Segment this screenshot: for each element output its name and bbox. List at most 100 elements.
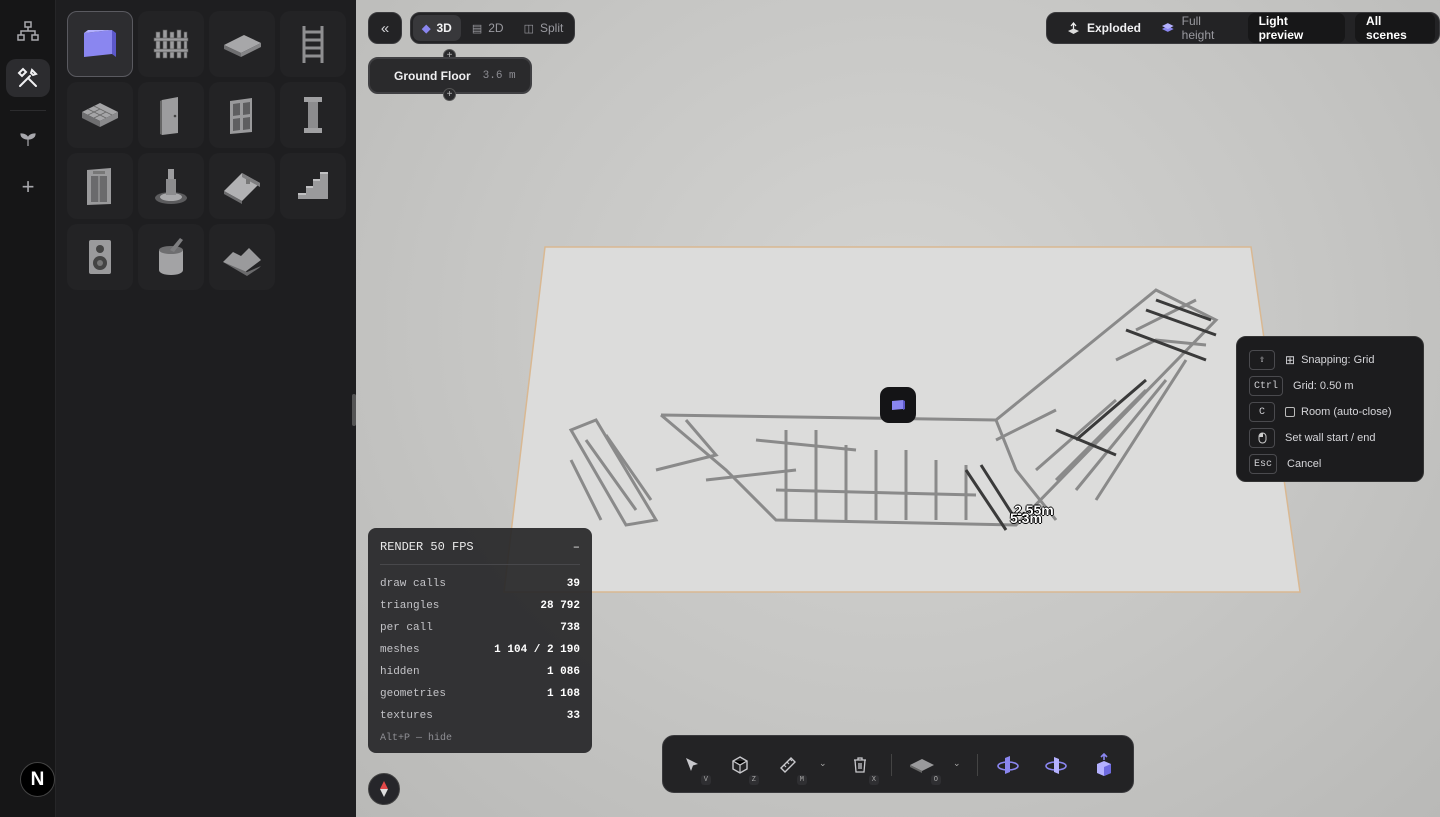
catalog-item-column[interactable] xyxy=(280,82,346,148)
dimension-label-b: 5.3m xyxy=(1010,510,1042,526)
stats-collapse-button[interactable]: – xyxy=(573,540,580,554)
all-scenes-button[interactable]: All scenes xyxy=(1355,13,1435,43)
add-floor-below-button[interactable]: + xyxy=(443,88,456,101)
shortcut-label: Cancel xyxy=(1287,458,1322,470)
left-rail: + N xyxy=(0,0,56,817)
window-icon xyxy=(230,98,252,134)
floor-tool[interactable]: O xyxy=(905,748,941,785)
speaker-icon xyxy=(89,240,111,274)
split-icon: ◫ xyxy=(523,22,534,35)
rotate-right-tool[interactable] xyxy=(1039,748,1073,782)
slab-icon xyxy=(224,35,261,57)
lift-icon xyxy=(1097,753,1111,776)
tab-2d-label: 2D xyxy=(488,21,504,35)
render-stats-panel: RENDER 50 FPS – draw calls 39 triangles 28… xyxy=(368,528,592,753)
shortcut-row: C Room (auto-close) xyxy=(1249,399,1411,425)
esc-key: Esc xyxy=(1249,454,1278,474)
selection-marker[interactable] xyxy=(880,387,916,423)
roof-icon xyxy=(224,173,260,204)
stats-title: RENDER 50 FPS xyxy=(380,540,474,554)
rotate-left-tool[interactable] xyxy=(991,748,1025,782)
exploded-icon xyxy=(1068,21,1079,34)
stats-row: geometries 1 108 xyxy=(380,688,580,700)
catalog-item-terrain[interactable] xyxy=(209,224,275,290)
shortcut-row: Set wall start / end xyxy=(1249,425,1411,451)
view-mode-tabs: ◆ 3D ▤ 2D ◫ Split xyxy=(410,12,576,44)
tab-3d[interactable]: ◆ 3D xyxy=(413,15,461,41)
shift-key: ⇧ xyxy=(1249,350,1275,370)
shortcut-row: Ctrl Grid: 0.50 m xyxy=(1249,373,1411,399)
trash-icon xyxy=(854,757,866,773)
wall-marker-icon xyxy=(892,400,905,410)
catalog-item-wall[interactable] xyxy=(67,11,133,77)
grid-icon: ⊞ xyxy=(1285,353,1296,367)
exploded-label: Exploded xyxy=(1087,21,1142,35)
catalog-panel xyxy=(56,0,356,817)
ceiling-icon xyxy=(82,103,118,127)
compass-button[interactable] xyxy=(368,773,400,805)
stats-row: per call 738 xyxy=(380,622,580,634)
toolbar-divider xyxy=(977,754,978,776)
shortcut-label: Grid: 0.50 m xyxy=(1293,380,1354,392)
paint-bucket-icon xyxy=(159,238,183,275)
floor-dropdown-chevron-icon[interactable]: ⌄ xyxy=(953,758,961,769)
fence-icon xyxy=(153,29,189,59)
sprout-icon[interactable] xyxy=(6,120,50,158)
tab-split[interactable]: ◫ Split xyxy=(515,15,573,41)
add-icon[interactable]: + xyxy=(6,168,50,206)
app-logo[interactable]: N xyxy=(20,762,55,797)
stats-row: hidden 1 086 xyxy=(380,666,580,678)
light-preview-button[interactable]: Light preview xyxy=(1247,13,1346,43)
cube-icon: ◆ xyxy=(422,22,431,35)
full-height-label: Full height xyxy=(1181,14,1215,42)
catalog-item-fence[interactable] xyxy=(138,11,204,77)
catalog-item-roof[interactable] xyxy=(209,153,275,219)
catalog-item-paint[interactable] xyxy=(138,224,204,290)
stats-row: meshes 1 104 / 2 190 xyxy=(380,644,580,656)
shortcut-label: Snapping: Grid xyxy=(1301,354,1375,366)
select-tool[interactable]: V xyxy=(675,748,711,785)
checkbox-icon[interactable] xyxy=(1285,407,1295,417)
catalog-item-elevator[interactable] xyxy=(67,153,133,219)
box-icon xyxy=(732,756,748,774)
catalog-item-fountain[interactable] xyxy=(138,153,204,219)
3d-viewport[interactable]: 2.55m 5.3m « ◆ 3D ▤ 2D ◫ Split + Ground … xyxy=(356,0,1440,817)
catalog-item-ladder[interactable] xyxy=(280,11,346,77)
orbit-icon xyxy=(997,756,1019,774)
catalog-item-window[interactable] xyxy=(209,82,275,148)
floor-name: Ground Floor xyxy=(394,68,471,83)
fountain-icon xyxy=(155,169,187,204)
terrain-icon xyxy=(223,248,261,276)
wall-icon xyxy=(84,30,116,57)
catalog-item-speaker[interactable] xyxy=(67,224,133,290)
elevate-tool[interactable] xyxy=(1087,748,1121,782)
measure-tool[interactable]: M xyxy=(771,748,807,785)
shortcut-hints: ⇧ ⊞ Snapping: Grid Ctrl Grid: 0.50 m C R… xyxy=(1236,336,1424,482)
catalog-item-ceiling[interactable] xyxy=(67,82,133,148)
plan-icon: ▤ xyxy=(471,22,483,35)
column-icon xyxy=(304,97,322,133)
catalog-item-door[interactable] xyxy=(138,82,204,148)
shortcut-row: ⇧ ⊞ Snapping: Grid xyxy=(1249,347,1411,373)
tab-2d[interactable]: ▤ 2D xyxy=(463,15,513,41)
stats-row: triangles 28 792 xyxy=(380,600,580,612)
shortcut-label: Set wall start / end xyxy=(1285,432,1376,444)
shortcut-row: Esc Cancel xyxy=(1249,451,1411,477)
stats-hint: Alt+P — hide xyxy=(380,733,453,744)
tab-split-label: Split xyxy=(539,21,564,35)
collapse-panel-button[interactable]: « xyxy=(368,12,402,44)
ruler-icon xyxy=(780,757,796,773)
rail-divider xyxy=(10,110,46,111)
delete-tool[interactable]: X xyxy=(843,748,879,785)
full-height-toggle[interactable]: Full height xyxy=(1153,14,1244,42)
build-tools-icon[interactable] xyxy=(6,59,50,97)
exploded-toggle[interactable]: Exploded xyxy=(1059,15,1149,41)
hierarchy-icon[interactable] xyxy=(6,12,50,50)
catalog-item-slab[interactable] xyxy=(209,11,275,77)
box-select-tool[interactable]: Z xyxy=(723,748,759,785)
measure-dropdown-chevron-icon[interactable]: ⌄ xyxy=(819,758,827,769)
orbit-alt-icon xyxy=(1045,757,1067,774)
bottom-toolbar: V Z M ⌄ X O ⌄ xyxy=(662,735,1134,793)
ctrl-key: Ctrl xyxy=(1249,376,1284,396)
catalog-item-stairs[interactable] xyxy=(280,153,346,219)
